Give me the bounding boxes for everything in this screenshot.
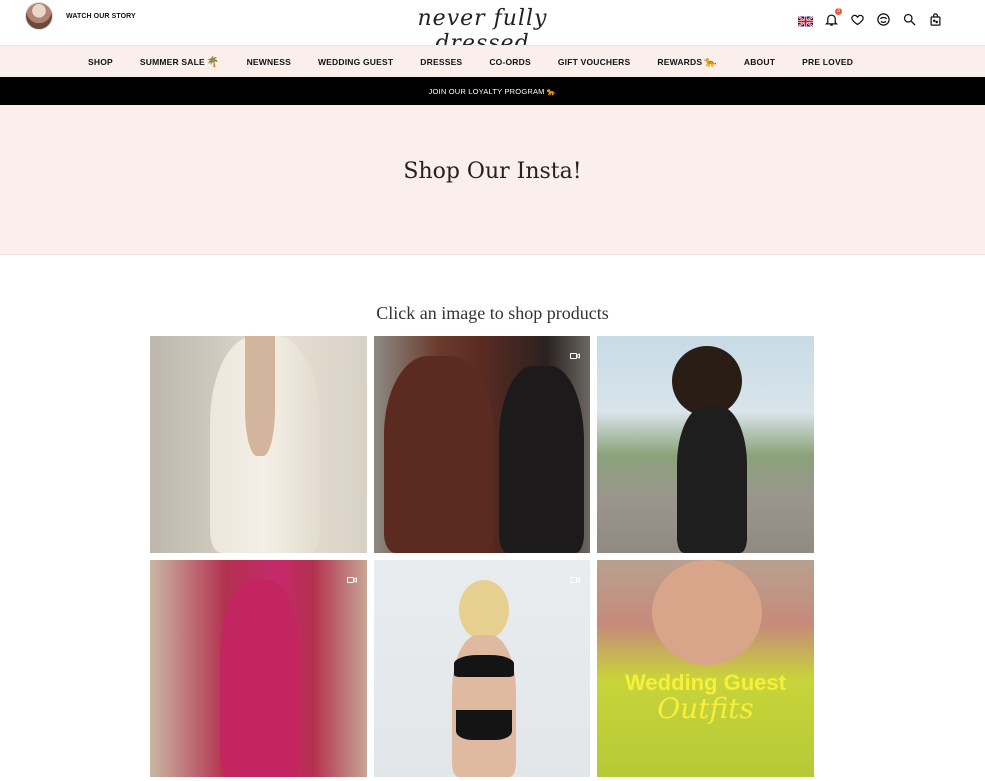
gallery-subtitle: Click an image to shop products xyxy=(376,303,609,323)
bell-icon[interactable]: 3 xyxy=(824,8,842,27)
nav-item-summer-sale[interactable]: SUMMER SALE 🌴 xyxy=(140,57,220,68)
bag-icon[interactable] xyxy=(928,12,943,27)
gallery-tile[interactable] xyxy=(374,336,590,553)
nav-item-gift-vouchers[interactable]: GIFT VOUCHERS xyxy=(558,57,631,67)
uk-flag-icon[interactable] xyxy=(798,12,813,27)
nav-item-dresses[interactable]: DRESSES xyxy=(420,57,462,67)
main-nav: SHOP SUMMER SALE 🌴 NEWNESS WEDDING GUEST … xyxy=(0,45,985,77)
hero-banner: Shop Our Insta! xyxy=(0,105,985,255)
insta-gallery: Wedding Guest Outfits xyxy=(150,336,814,777)
heart-icon[interactable] xyxy=(850,12,865,27)
gallery-tile[interactable] xyxy=(150,336,367,553)
page-title: Shop Our Insta! xyxy=(403,159,582,184)
gallery-tile[interactable]: Wedding Guest Outfits xyxy=(597,560,814,777)
palm-tree-icon: 🌴 xyxy=(206,56,220,68)
gallery-tile[interactable] xyxy=(597,336,814,553)
video-icon xyxy=(347,571,357,583)
leopard-icon: 🐆 xyxy=(704,56,717,68)
nav-item-wedding-guest[interactable]: WEDDING GUEST xyxy=(318,57,393,67)
nav-item-rewards[interactable]: REWARDS 🐆 xyxy=(657,57,717,68)
rewards-icon[interactable] xyxy=(876,12,891,27)
loyalty-promo-bar[interactable]: JOIN OUR LOYALTY PROGRAM 🐆 xyxy=(0,77,985,105)
video-icon xyxy=(570,571,580,583)
nav-item-co-ords[interactable]: CO-ORDS xyxy=(489,57,531,67)
nav-item-about[interactable]: ABOUT xyxy=(744,57,775,67)
watch-story-link[interactable]: WATCH OUR STORY xyxy=(25,2,136,30)
promo-text[interactable]: JOIN OUR LOYALTY PROGRAM 🐆 xyxy=(429,87,557,96)
search-icon[interactable] xyxy=(902,12,917,27)
tile-caption-line2: Outfits xyxy=(657,692,754,725)
story-label[interactable]: WATCH OUR STORY xyxy=(66,13,136,20)
gallery-tile[interactable] xyxy=(150,560,367,777)
notification-badge: 3 xyxy=(835,8,842,15)
video-icon xyxy=(570,347,580,359)
nav-item-shop[interactable]: SHOP xyxy=(88,57,113,67)
nav-item-newness[interactable]: NEWNESS xyxy=(247,57,291,67)
story-avatar[interactable] xyxy=(25,2,53,30)
nav-item-pre-loved[interactable]: PRE LOVED xyxy=(802,57,853,67)
top-header: WATCH OUR STORY never fully dressed 3 xyxy=(0,0,985,56)
gallery-tile[interactable] xyxy=(374,560,590,777)
header-icons: 3 xyxy=(798,8,943,27)
